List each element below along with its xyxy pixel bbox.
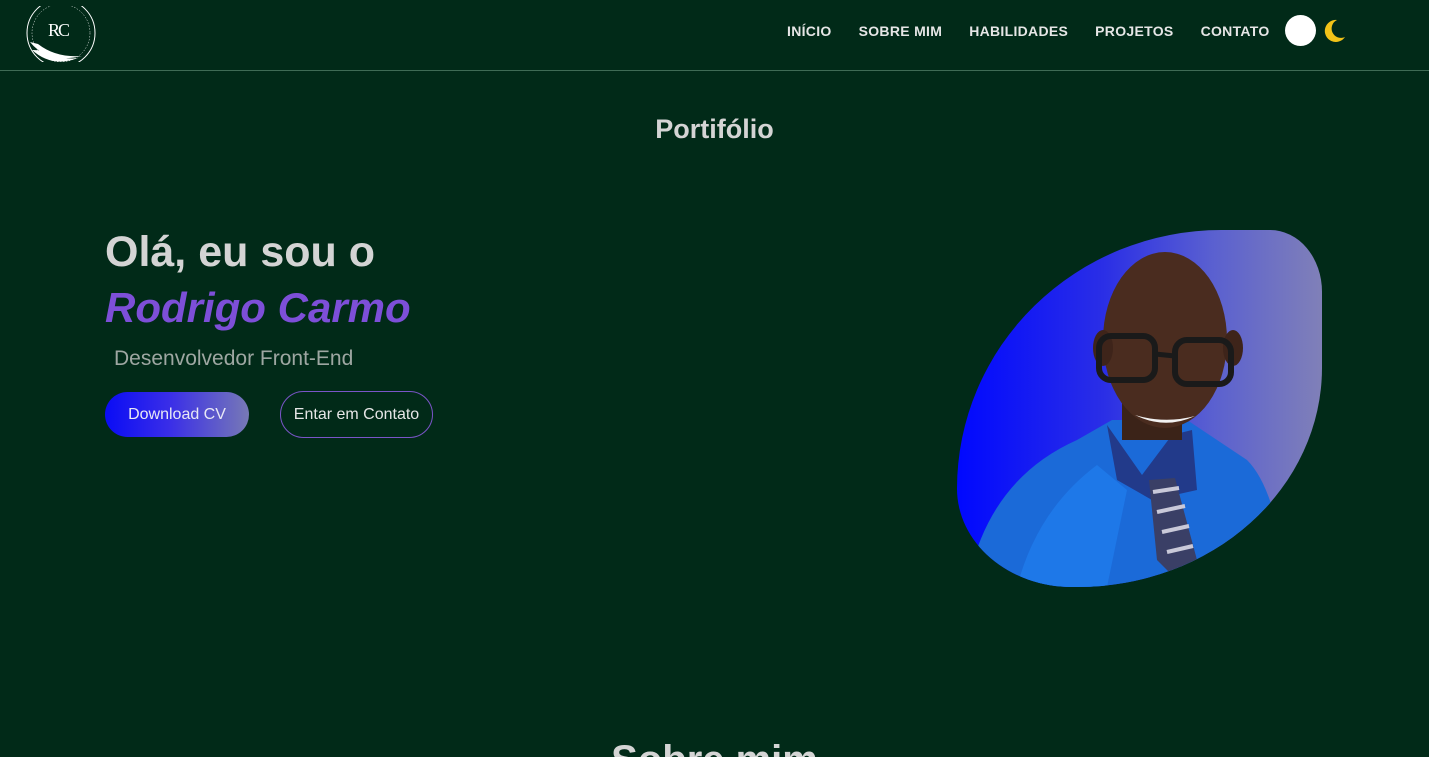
profile-photo bbox=[957, 230, 1322, 587]
nav-inicio[interactable]: INÍCIO bbox=[787, 23, 832, 39]
moon-icon[interactable] bbox=[1320, 17, 1348, 45]
nav-sobre-mim[interactable]: SOBRE MIM bbox=[859, 23, 943, 39]
contact-button[interactable]: Entar em Contato bbox=[280, 391, 433, 438]
section-title-sobre-mim: Sobre mim bbox=[0, 738, 1429, 757]
greeting-heading: Olá, eu sou o bbox=[105, 228, 375, 276]
site-header: RC INÍCIO SOBRE MIM HABILIDADES PROJETOS… bbox=[0, 0, 1429, 71]
portfolio-page: RC INÍCIO SOBRE MIM HABILIDADES PROJETOS… bbox=[0, 0, 1429, 757]
developer-role: Desenvolvedor Front-End bbox=[114, 347, 354, 370]
logo[interactable]: RC bbox=[26, 0, 96, 68]
developer-name: Rodrigo Carmo bbox=[105, 284, 411, 331]
download-cv-button[interactable]: Download CV bbox=[105, 392, 249, 437]
sun-icon[interactable] bbox=[1285, 15, 1316, 46]
nav-habilidades[interactable]: HABILIDADES bbox=[969, 23, 1068, 39]
page-title: Portifólio bbox=[655, 114, 774, 144]
nav-contato[interactable]: CONTATO bbox=[1201, 23, 1270, 39]
main-nav: INÍCIO SOBRE MIM HABILIDADES PROJETOS CO… bbox=[787, 21, 1297, 41]
nav-projetos[interactable]: PROJETOS bbox=[1095, 23, 1173, 39]
logo-monogram: RC bbox=[48, 20, 70, 40]
